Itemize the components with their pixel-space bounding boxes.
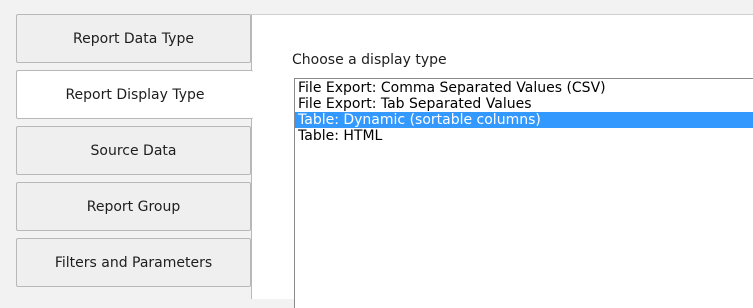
option-dynamic-table[interactable]: Table: Dynamic (sortable columns)	[295, 112, 753, 128]
display-type-panel: Choose a display type File Export: Comma…	[251, 14, 753, 308]
tab-report-group[interactable]: Report Group	[16, 182, 251, 231]
option-html-table[interactable]: Table: HTML	[295, 128, 753, 144]
tab-report-display-type[interactable]: Report Display Type	[16, 70, 253, 119]
display-type-listbox[interactable]: File Export: Comma Separated Values (CSV…	[294, 78, 753, 308]
tab-source-data[interactable]: Source Data	[16, 126, 251, 175]
option-csv-export[interactable]: File Export: Comma Separated Values (CSV…	[295, 80, 753, 96]
display-type-label: Choose a display type	[292, 52, 447, 68]
tab-report-data-type[interactable]: Report Data Type	[16, 14, 251, 63]
tab-label: Report Display Type	[65, 86, 205, 103]
tab-label: Report Group	[86, 198, 181, 215]
option-tab-export[interactable]: File Export: Tab Separated Values	[295, 96, 753, 112]
tab-label: Source Data	[90, 142, 177, 159]
tab-label: Report Data Type	[73, 30, 194, 47]
tab-label: Filters and Parameters	[54, 254, 213, 271]
tab-filters-and-parameters[interactable]: Filters and Parameters	[16, 238, 251, 287]
